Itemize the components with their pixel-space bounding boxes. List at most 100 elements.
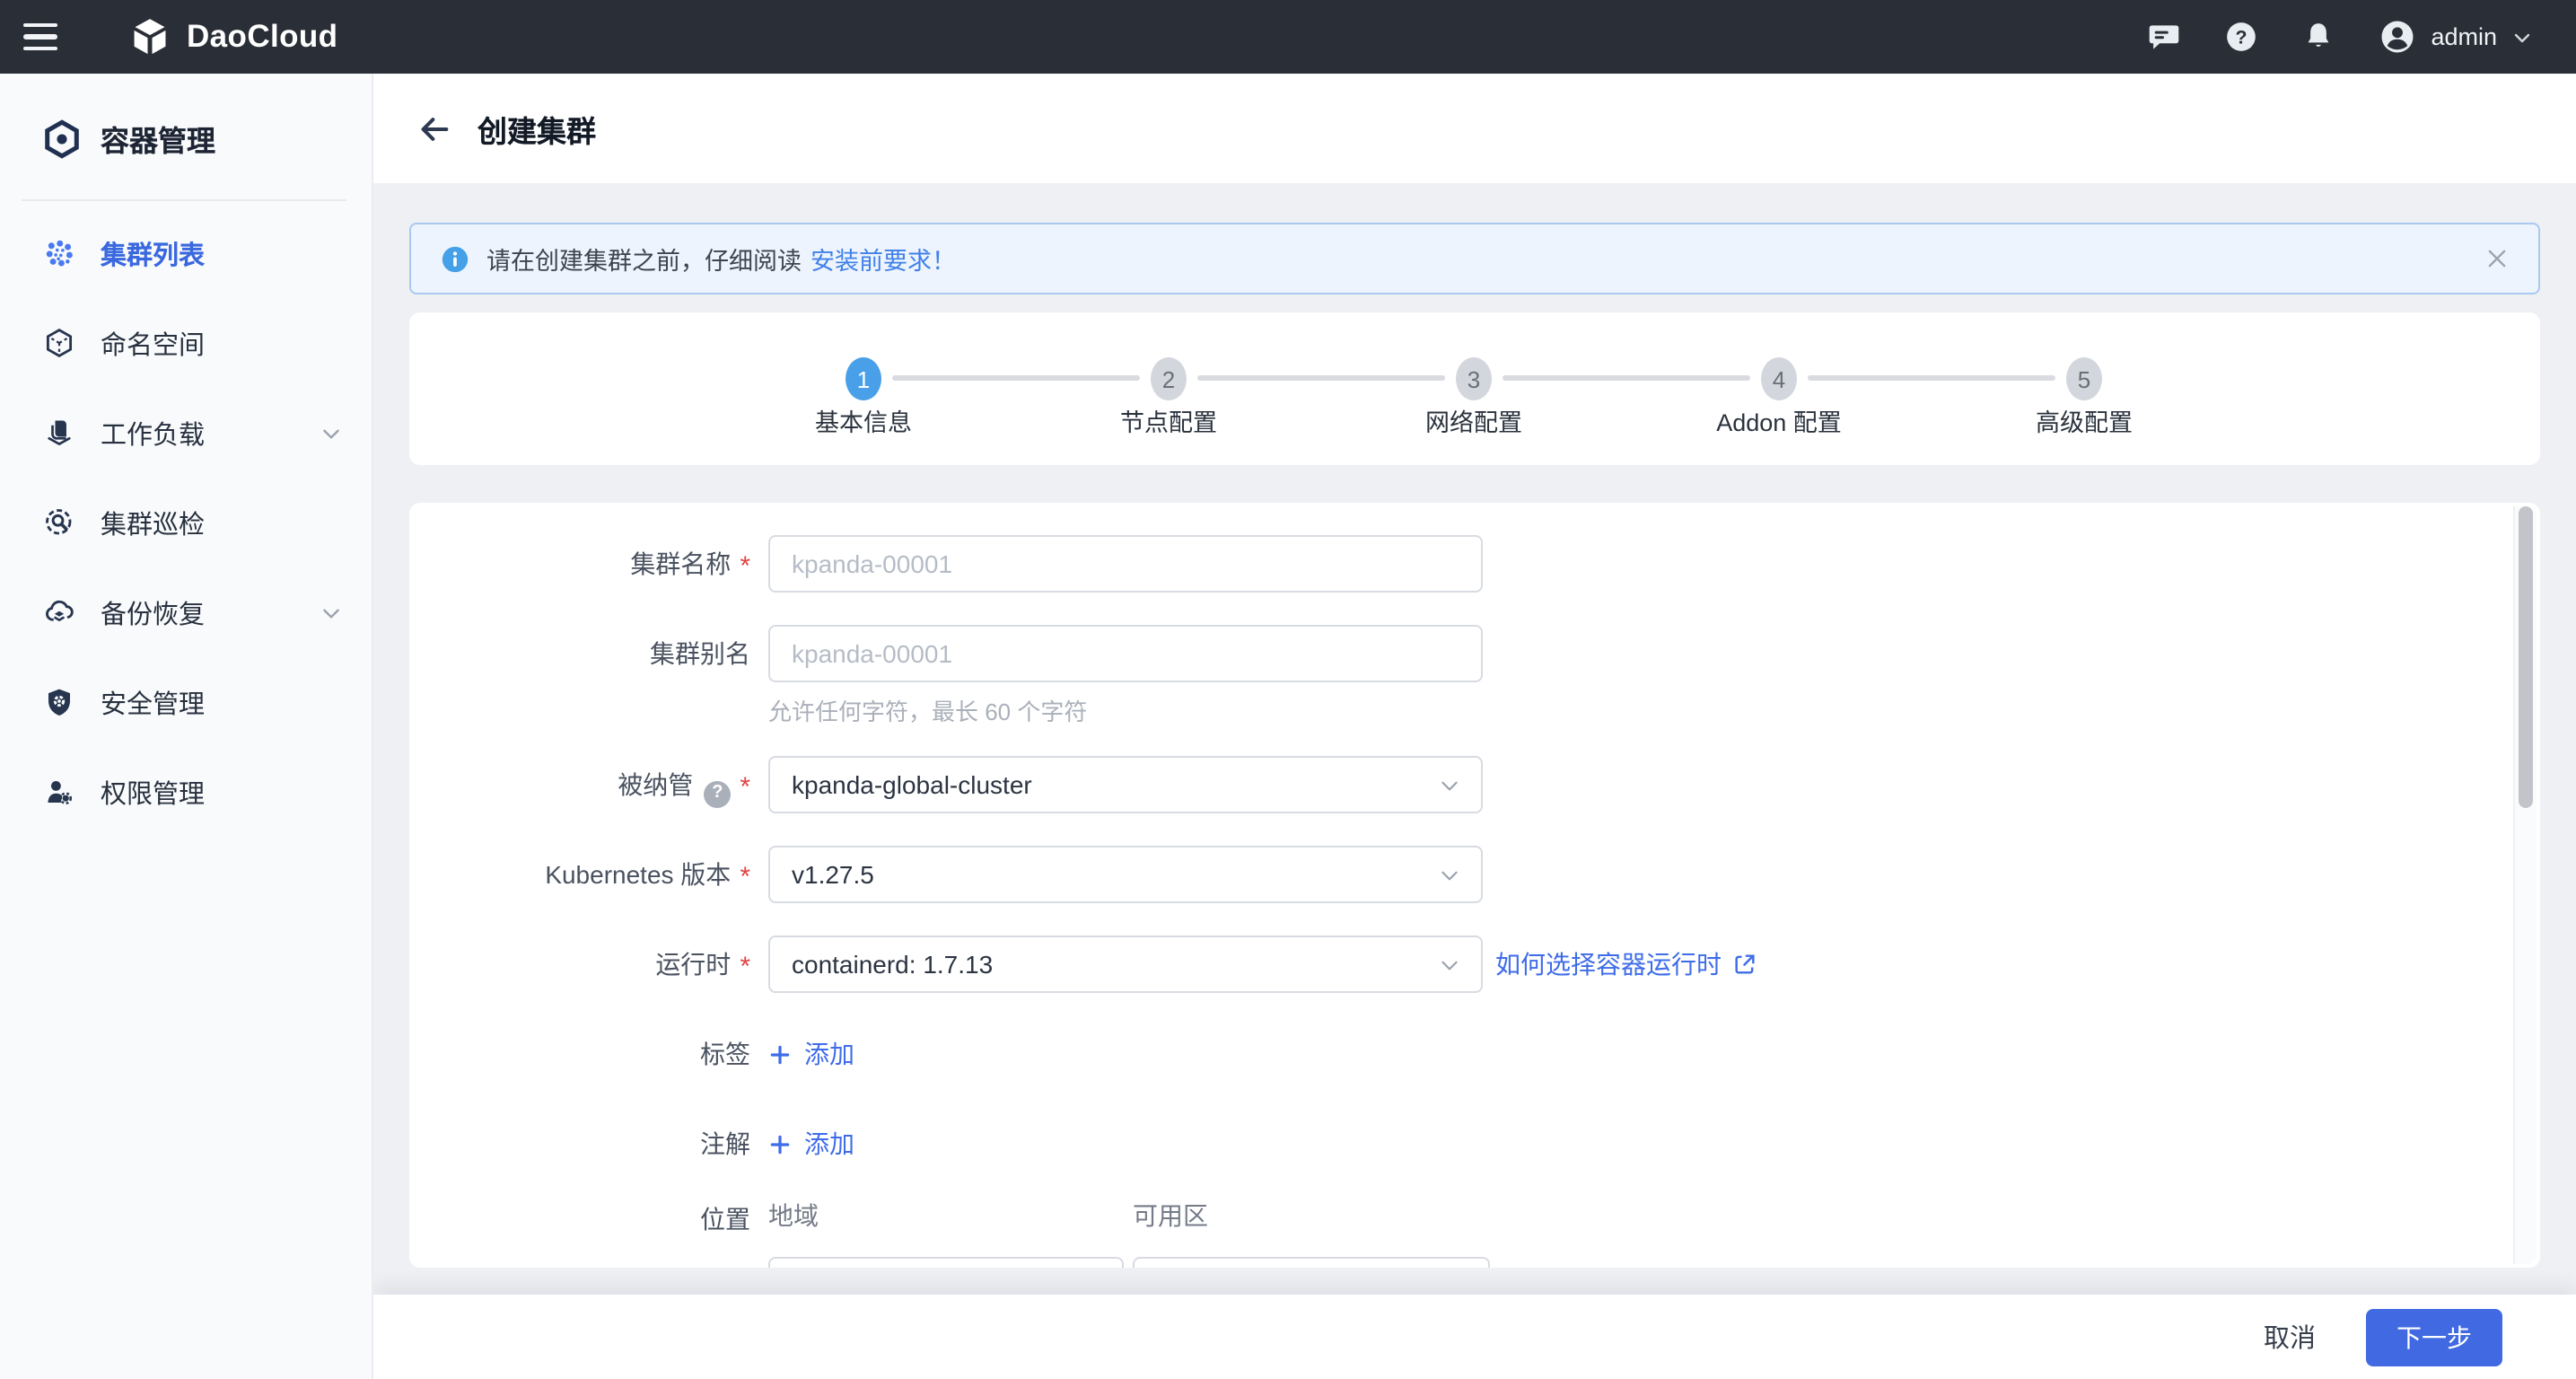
field-label-location: 位置 bbox=[700, 1205, 750, 1234]
user-menu[interactable]: admin bbox=[2379, 18, 2533, 56]
topbar-actions: ? admin bbox=[2147, 18, 2576, 56]
form-scrollbar-track[interactable] bbox=[2513, 506, 2537, 1264]
sidebar-module-header: 容器管理 bbox=[0, 74, 372, 160]
step-5-circle: 5 bbox=[2066, 357, 2102, 400]
field-label-runtime: 运行时 * bbox=[655, 950, 750, 982]
menu-toggle-button[interactable] bbox=[0, 0, 79, 74]
backup-restore-icon bbox=[46, 600, 74, 622]
sidebar-item-label: 备份恢复 bbox=[101, 601, 205, 629]
region-select[interactable] bbox=[768, 1257, 1124, 1268]
container-management-icon bbox=[45, 119, 79, 158]
basic-info-form: 集群名称* 集群别名 允许任何字符，最长 60 个字符 被纳管* bbox=[409, 503, 2540, 1268]
field-label-kubernetes-version: Kubernetes 版本 * bbox=[545, 860, 750, 892]
avatar-icon bbox=[2381, 21, 2414, 53]
sidebar: 容器管理 集群列表 命名空间 工作负载 集群巡检 备份恢复 安全管理 权限管理 bbox=[0, 74, 373, 1379]
page-title: 创建集群 bbox=[478, 116, 596, 148]
module-title: 容器管理 bbox=[101, 127, 216, 158]
required-asterisk: * bbox=[740, 772, 750, 803]
step-4-circle: 4 bbox=[1761, 357, 1797, 400]
field-label-labels: 标签 bbox=[700, 1040, 750, 1068]
step-1-label: 基本信息 bbox=[815, 409, 912, 436]
step-2-circle: 2 bbox=[1151, 357, 1187, 400]
banner-text: 请在创建集群之前，仔细阅读 bbox=[486, 248, 802, 275]
managed-by-select[interactable]: kpanda-global-cluster bbox=[768, 756, 1483, 813]
sidebar-item-permission[interactable]: 权限管理 bbox=[0, 747, 372, 837]
cluster-inspection-icon bbox=[46, 509, 72, 535]
field-label-managed-by: 被纳管* bbox=[409, 756, 750, 815]
zone-select[interactable] bbox=[1133, 1257, 1490, 1268]
messages-button[interactable] bbox=[2147, 20, 2181, 54]
arrow-left-icon bbox=[421, 117, 449, 140]
topbar: DaoCloud ? admin bbox=[0, 0, 2576, 74]
cluster-alias-input[interactable] bbox=[768, 625, 1483, 682]
pre-install-requirements-link[interactable]: 安装前要求！ bbox=[810, 241, 956, 277]
cancel-button[interactable]: 取消 bbox=[2264, 1318, 2316, 1356]
step-connector bbox=[1808, 375, 2055, 381]
step-2-label: 节点配置 bbox=[1120, 409, 1217, 436]
svg-text:?: ? bbox=[2236, 26, 2247, 48]
field-label-annotations: 注解 bbox=[700, 1129, 750, 1158]
sidebar-item-security[interactable]: 安全管理 bbox=[0, 657, 372, 747]
banner-close-button[interactable] bbox=[2484, 246, 2510, 271]
sidebar-item-backup-restore[interactable]: 备份恢复 bbox=[0, 567, 372, 657]
close-icon bbox=[2488, 250, 2506, 268]
cluster-list-icon bbox=[46, 240, 73, 267]
cluster-alias-hint: 允许任何字符，最长 60 个字符 bbox=[768, 698, 1088, 725]
sidebar-nav: 集群列表 命名空间 工作负载 集群巡检 备份恢复 安全管理 权限管理 bbox=[0, 201, 372, 837]
sidebar-item-label: 权限管理 bbox=[101, 780, 205, 809]
required-asterisk: * bbox=[740, 551, 750, 582]
notifications-button[interactable] bbox=[2301, 20, 2335, 54]
help-icon[interactable] bbox=[704, 780, 732, 807]
app-root: DaoCloud ? admin 容器管理 集群列表 命名空间 工作负载 集群巡… bbox=[0, 0, 2576, 1379]
brand[interactable]: DaoCloud bbox=[129, 16, 337, 57]
sidebar-item-namespace[interactable]: 命名空间 bbox=[0, 298, 372, 388]
workload-icon bbox=[48, 420, 71, 445]
scroll-area: 请在创建集群之前，仔细阅读 安装前要求！ 1 2 3 4 5 基本信息 节点配置… bbox=[373, 183, 2576, 1295]
kubernetes-version-select[interactable]: v1.27.5 bbox=[768, 846, 1483, 903]
info-icon bbox=[442, 245, 469, 272]
sidebar-item-label: 工作负载 bbox=[101, 421, 205, 450]
add-annotation-button[interactable]: 添加 bbox=[768, 1122, 854, 1165]
step-3-label: 网络配置 bbox=[1425, 409, 1522, 436]
runtime-help-link[interactable]: 如何选择容器运行时 bbox=[1495, 935, 1757, 993]
username: admin bbox=[2431, 23, 2497, 50]
region-label: 地域 bbox=[768, 1201, 819, 1230]
sidebar-item-workload[interactable]: 工作负载 bbox=[0, 388, 372, 478]
brand-name: DaoCloud bbox=[187, 18, 338, 54]
back-button[interactable] bbox=[416, 110, 452, 146]
step-connector bbox=[1503, 375, 1750, 381]
chevron-down-icon bbox=[1441, 870, 1458, 880]
field-label-cluster-alias: 集群别名 bbox=[650, 639, 750, 668]
sidebar-item-cluster-list[interactable]: 集群列表 bbox=[0, 208, 372, 298]
help-button[interactable]: ? bbox=[2224, 20, 2258, 54]
runtime-select[interactable]: containerd: 1.7.13 bbox=[768, 935, 1483, 993]
sidebar-item-cluster-inspection[interactable]: 集群巡检 bbox=[0, 478, 372, 567]
required-asterisk: * bbox=[740, 952, 750, 982]
sidebar-item-label: 命名空间 bbox=[101, 331, 205, 360]
step-4-label: Addon 配置 bbox=[1716, 409, 1842, 436]
permission-user-gear-icon bbox=[48, 781, 73, 805]
daocloud-logo-icon bbox=[134, 19, 166, 55]
sidebar-item-label: 安全管理 bbox=[101, 690, 205, 719]
footer-action-bar: 取消 下一步 bbox=[373, 1295, 2576, 1379]
sidebar-item-label: 集群巡检 bbox=[101, 511, 205, 540]
chevron-down-icon bbox=[2514, 32, 2530, 42]
wizard-stepper: 1 2 3 4 5 基本信息 节点配置 网络配置 Addon 配置 高级配置 bbox=[409, 312, 2540, 465]
chevron-down-icon bbox=[323, 608, 339, 618]
form-scrollbar-thumb[interactable] bbox=[2519, 506, 2533, 808]
step-5-label: 高级配置 bbox=[2036, 409, 2133, 436]
chevron-down-icon bbox=[1441, 960, 1458, 970]
zone-label: 可用区 bbox=[1133, 1201, 1208, 1230]
step-1-circle: 1 bbox=[846, 357, 881, 400]
bell-icon bbox=[2309, 23, 2329, 47]
info-banner: 请在创建集群之前，仔细阅读 安装前要求！ bbox=[409, 223, 2540, 294]
add-label-button[interactable]: 添加 bbox=[768, 1032, 854, 1076]
main-content: 创建集群 请在创建集群之前，仔细阅读 安装前要求！ 1 2 3 4 5 基本信息… bbox=[373, 74, 2576, 1379]
required-asterisk: * bbox=[740, 862, 750, 892]
cluster-name-input[interactable] bbox=[768, 535, 1483, 593]
next-step-button[interactable]: 下一步 bbox=[2366, 1308, 2502, 1366]
step-3-circle: 3 bbox=[1456, 357, 1492, 400]
sidebar-item-label: 集群列表 bbox=[101, 242, 205, 270]
page-header: 创建集群 bbox=[373, 74, 2576, 183]
namespace-icon bbox=[46, 328, 73, 358]
